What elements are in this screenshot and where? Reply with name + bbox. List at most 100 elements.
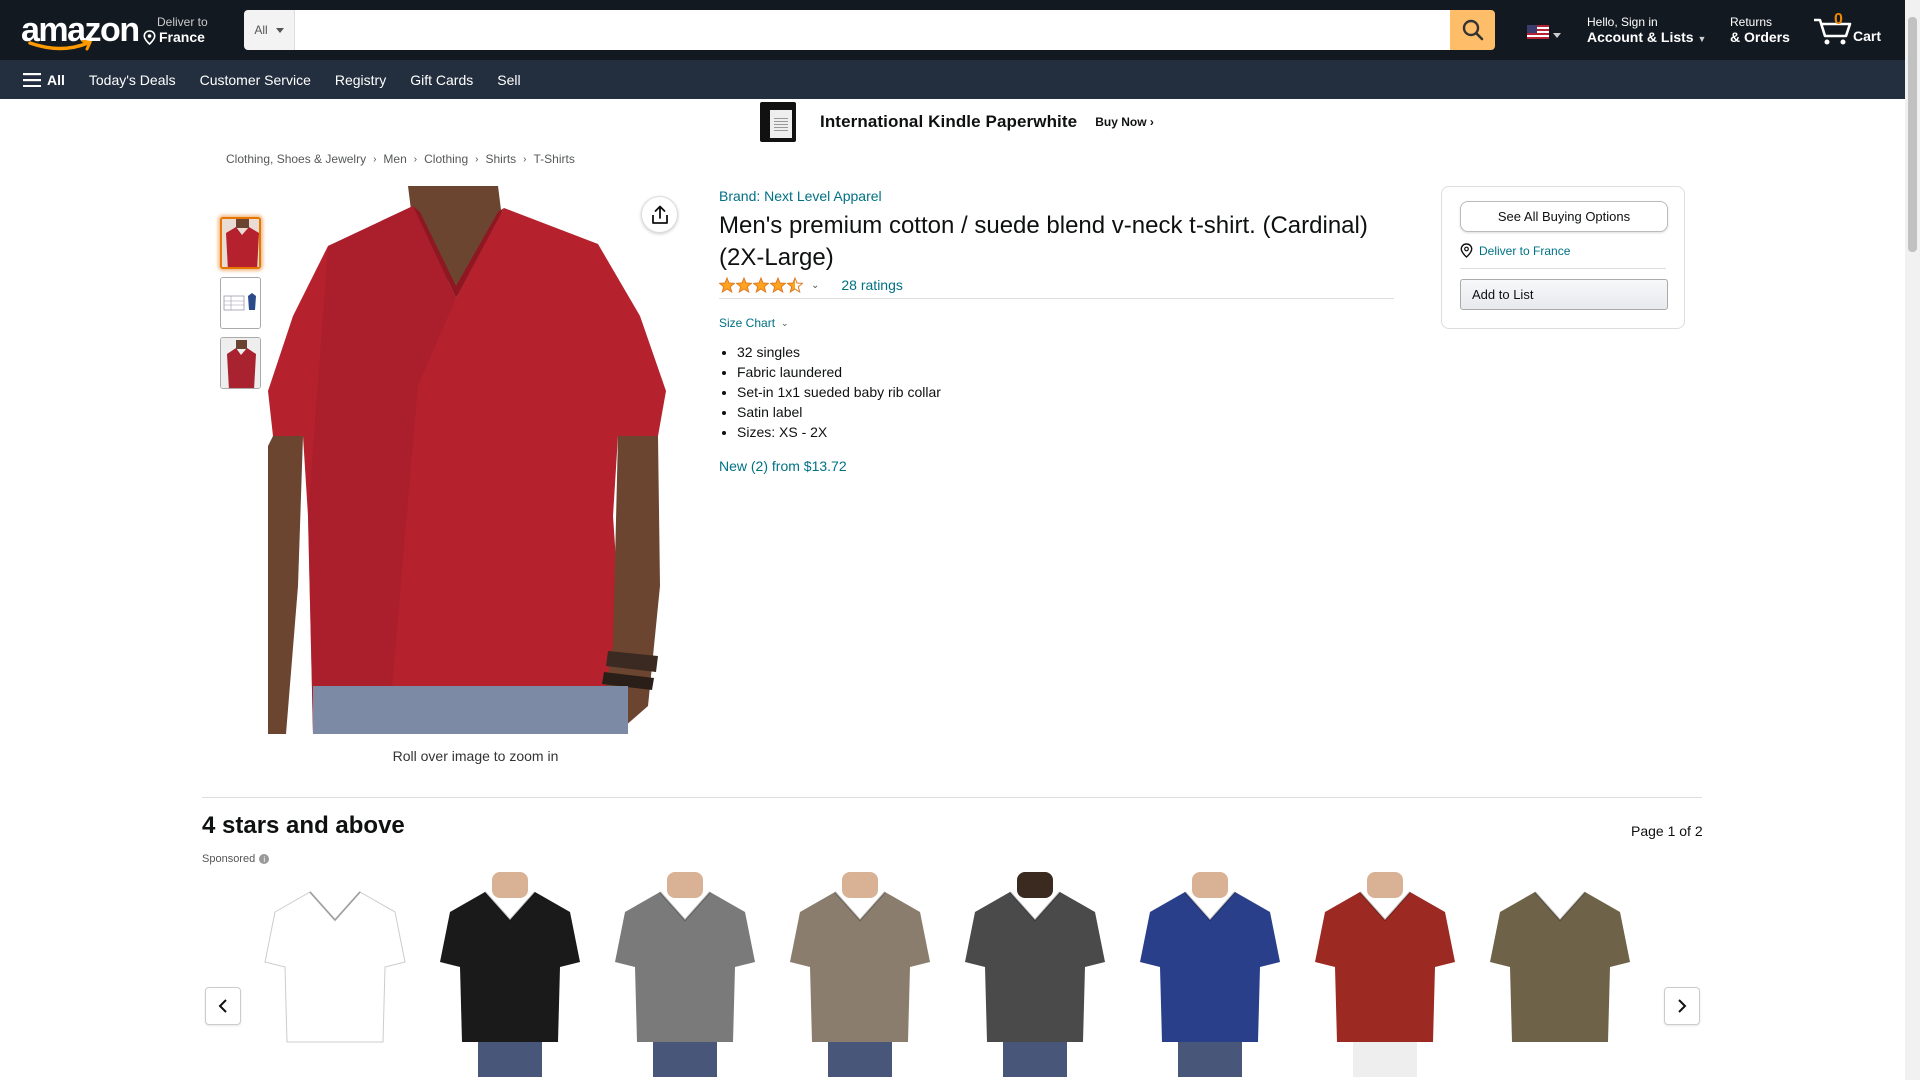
all-menu-button[interactable]: All xyxy=(0,72,77,88)
share-icon xyxy=(651,205,668,224)
carousel-next-button[interactable] xyxy=(1664,987,1700,1025)
search-category-label: All xyxy=(254,23,268,37)
chevron-down-icon: ⌄ xyxy=(781,317,789,328)
deliver-to-label: Deliver to France xyxy=(1479,243,1571,258)
breadcrumb-item[interactable]: T-Shirts xyxy=(534,152,575,166)
chevron-right-icon: › xyxy=(523,153,527,165)
banner-buy-now: Buy Now › xyxy=(1095,115,1154,129)
nav-customer-service[interactable]: Customer Service xyxy=(188,72,323,88)
scrollbar-thumb[interactable] xyxy=(1908,17,1917,252)
rating-row: ⌄ 28 ratings xyxy=(719,277,1394,299)
carousel-title: 4 stars and above xyxy=(202,812,405,839)
thumbnail-size-chart[interactable] xyxy=(220,277,261,329)
brand-link[interactable]: Brand: Next Level Apparel xyxy=(719,188,1394,204)
carousel-product-card[interactable] xyxy=(430,872,590,1077)
star-icon xyxy=(787,277,803,293)
chevron-right-icon xyxy=(1678,999,1687,1013)
product-title: Men's premium cotton / suede blend v-nec… xyxy=(719,212,1368,271)
share-button[interactable] xyxy=(641,196,678,233)
feature-bullet: Set-in 1x1 sueded baby rib collar xyxy=(737,382,1394,402)
size-chart-label: Size Chart xyxy=(719,316,776,330)
tshirt-product-image xyxy=(615,872,755,1077)
sign-in-greeting: Hello, Sign in xyxy=(1587,15,1658,29)
search-icon xyxy=(1462,19,1483,41)
chevron-left-icon xyxy=(218,999,227,1013)
carousel-product-card[interactable] xyxy=(255,872,415,1077)
red-vneck-shirt-model-image xyxy=(268,186,683,734)
size-chart-link[interactable]: Size Chart ⌄ xyxy=(719,316,1394,330)
carousel-product-card[interactable] xyxy=(1130,872,1290,1077)
returns-and-orders[interactable]: Returns & Orders xyxy=(1730,15,1790,45)
all-menu-label: All xyxy=(47,71,65,88)
buy-box: See All Buying Options Deliver to France… xyxy=(1441,186,1685,329)
tshirt-product-image xyxy=(440,872,580,1077)
search-button[interactable] xyxy=(1450,10,1495,50)
carousel-product-card[interactable] xyxy=(1305,872,1465,1077)
info-icon: i xyxy=(259,854,270,864)
tshirt-product-image xyxy=(1140,872,1280,1077)
carousel-previous-button[interactable] xyxy=(205,987,241,1025)
feature-bullet: 32 singles xyxy=(737,342,1394,362)
language-selector[interactable] xyxy=(1527,25,1561,39)
chevron-right-icon: › xyxy=(373,153,377,165)
nav-todays-deals[interactable]: Today's Deals xyxy=(77,72,188,88)
carousel-product-card[interactable] xyxy=(955,872,1115,1077)
breadcrumb-item[interactable]: Shirts xyxy=(485,152,516,166)
deliver-label: Deliver to xyxy=(157,15,208,29)
feature-bullet: Fabric laundered xyxy=(737,362,1394,382)
breadcrumb-item[interactable]: Men xyxy=(383,152,406,166)
image-thumbnails xyxy=(220,217,261,397)
ratings-count-link[interactable]: 28 ratings xyxy=(841,277,902,293)
breadcrumb-item[interactable]: Clothing, Shoes & Jewelry xyxy=(226,152,366,166)
breadcrumb-item[interactable]: Clothing xyxy=(424,152,468,166)
chevron-right-icon: › xyxy=(413,153,418,165)
amazon-logo[interactable]: amazon xyxy=(18,12,140,51)
sponsored-label[interactable]: Sponsored i xyxy=(202,853,270,865)
feature-bullet: Satin label xyxy=(737,402,1394,422)
chevron-down-icon[interactable]: ⌄ xyxy=(811,280,819,291)
top-navigation-bar: amazon Deliver to France All Hello, Sign… xyxy=(0,0,1905,60)
new-offers-link[interactable]: New (2) from $13.72 xyxy=(719,458,1394,474)
cart-label: Cart xyxy=(1853,28,1882,44)
kindle-device-image xyxy=(760,102,802,142)
location-pin-icon xyxy=(143,30,156,45)
search-bar: All xyxy=(244,10,1495,50)
add-to-list-button[interactable]: Add to List xyxy=(1460,279,1668,310)
tshirt-product-image xyxy=(264,891,406,1043)
page-scrollbar[interactable] xyxy=(1905,0,1920,1080)
sponsored-text: Sponsored xyxy=(202,853,256,865)
size-chart-thumbnail-image xyxy=(221,278,260,328)
nav-sell[interactable]: Sell xyxy=(485,72,532,88)
caret-down-icon xyxy=(1553,32,1561,38)
deliver-to-link[interactable]: Deliver to France xyxy=(1460,243,1666,269)
see-all-buying-options-button[interactable]: See All Buying Options xyxy=(1460,201,1668,232)
nav-registry[interactable]: Registry xyxy=(323,72,398,88)
search-input[interactable] xyxy=(295,10,1450,50)
star-rating[interactable] xyxy=(719,277,803,293)
thumbnail-main[interactable] xyxy=(220,217,261,269)
account-and-lists[interactable]: Hello, Sign in Account & Lists ▼ xyxy=(1587,15,1706,47)
nav-gift-cards[interactable]: Gift Cards xyxy=(398,72,485,88)
returns-label: Returns xyxy=(1730,15,1773,29)
deliver-to-location[interactable]: Deliver to France xyxy=(143,15,208,45)
carousel-product-card[interactable] xyxy=(605,872,765,1077)
red-shirt-thumbnail-image xyxy=(222,219,259,267)
search-category-dropdown[interactable]: All xyxy=(244,10,295,50)
carousel-page-indicator: Page 1 of 2 xyxy=(1631,823,1703,839)
location-pin-icon xyxy=(1460,243,1473,258)
breadcrumb: Clothing, Shoes & Jewelry › Men › Clothi… xyxy=(226,152,575,166)
tshirt-product-image xyxy=(1315,872,1455,1077)
main-product-image[interactable] xyxy=(268,186,683,734)
cart-button[interactable]: 0 Cart xyxy=(1812,10,1892,50)
cart-icon xyxy=(1814,18,1852,45)
feature-bullet: Sizes: XS - 2X xyxy=(737,422,1394,442)
caret-down-icon xyxy=(275,27,284,33)
kindle-promo-banner[interactable]: International Kindle Paperwhite Buy Now … xyxy=(760,102,1154,142)
feature-bullets: 32 singles Fabric laundered Set-in 1x1 s… xyxy=(719,342,1394,442)
thumbnail-alt[interactable] xyxy=(220,337,261,389)
chevron-right-icon: › xyxy=(475,153,479,165)
tshirt-product-image xyxy=(1490,891,1630,1042)
star-icon xyxy=(736,277,752,293)
carousel-product-card[interactable] xyxy=(780,872,940,1077)
carousel-product-card[interactable] xyxy=(1480,872,1640,1077)
